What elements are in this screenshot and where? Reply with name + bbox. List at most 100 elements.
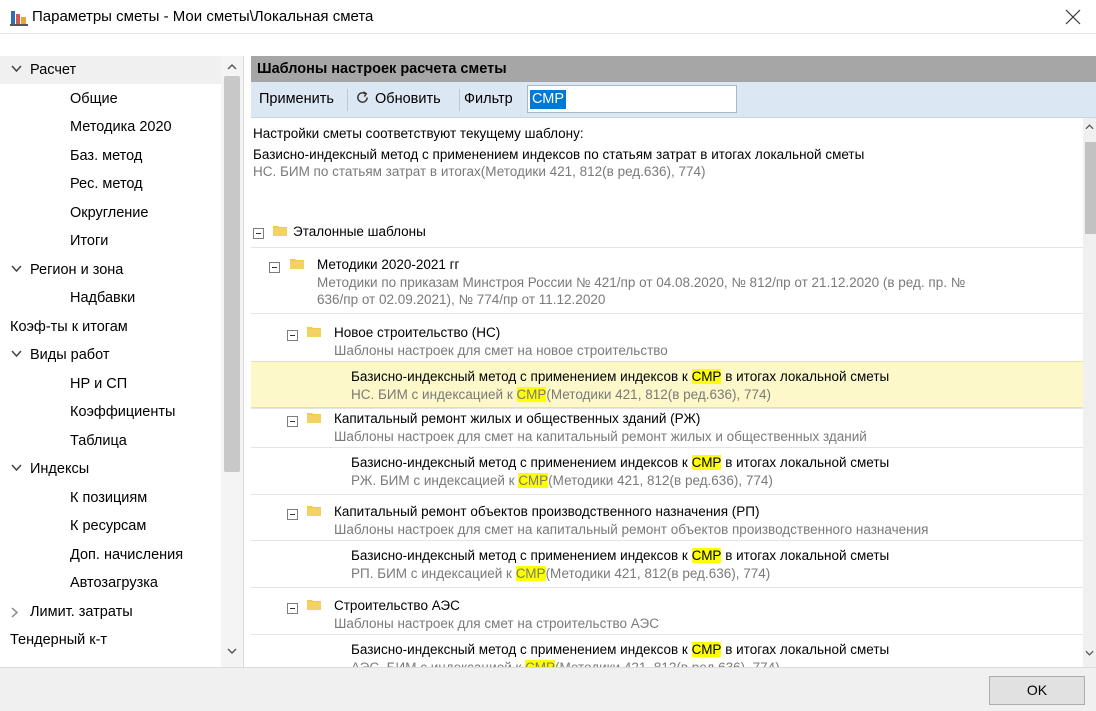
nav-item[interactable]: Коэф-ты к итогам: [0, 313, 221, 341]
settings-nav: Расчет Общие Методика 2020 Баз. метод Рес. м…: [0, 56, 244, 667]
template-item-title[interactable]: Базисно-индексный метод с применением ин…: [351, 455, 889, 470]
toolbar: Применить Обновить Фильтр СМР: [251, 82, 1096, 118]
filter-match: СМР: [691, 548, 722, 563]
filter-match: СМР: [518, 473, 549, 488]
nav-item-label: Коэф-ты к итогам: [10, 318, 128, 335]
row-divider: [251, 540, 1083, 541]
chevron-down-icon[interactable]: [10, 455, 24, 483]
nav-item-label: Лимит. затраты: [30, 603, 133, 620]
nav-item[interactable]: Виды работ: [0, 341, 221, 369]
filter-match: СМР: [691, 642, 722, 657]
collapse-toggle-icon[interactable]: [269, 262, 280, 273]
row-divider: [251, 247, 1083, 248]
nav-item[interactable]: Итоги: [0, 227, 221, 255]
nav-item-label: Автозагрузка: [70, 575, 158, 591]
template-code-text: (Методики 421, 812(в ред.636), 774): [545, 566, 771, 581]
current-template-caption: Настройки сметы соответствуют текущему ш…: [253, 126, 584, 141]
group-title[interactable]: Капитальный ремонт объектов производстве…: [334, 504, 759, 519]
scroll-up-icon[interactable]: [227, 64, 237, 70]
chevron-down-icon[interactable]: [10, 256, 24, 284]
nav-item-label: Итоги: [70, 233, 109, 249]
group-desc: Шаблоны настроек для смет на строительст…: [334, 616, 659, 631]
nav-scroll-thumb[interactable]: [224, 76, 240, 472]
folder-icon: [307, 327, 321, 337]
nav-item[interactable]: Расчет: [0, 56, 221, 84]
tree-root-label[interactable]: Эталонные шаблоны: [293, 224, 426, 239]
nav-item[interactable]: Автозагрузка: [0, 569, 221, 597]
collapse-toggle-icon[interactable]: [287, 416, 298, 427]
template-title-text: Базисно-индексный метод с применением ин…: [351, 455, 692, 470]
nav-item[interactable]: Общие: [0, 85, 221, 113]
template-item-title[interactable]: Базисно-индексный метод с применением ин…: [351, 642, 889, 657]
nav-item[interactable]: Регион и зона: [0, 256, 221, 284]
nav-item[interactable]: К позициям: [0, 484, 221, 512]
nav-item-label: К ресурсам: [70, 518, 147, 534]
nav-item[interactable]: НР и СП: [0, 370, 221, 398]
group-title[interactable]: Строительство АЭС: [334, 598, 460, 613]
filter-match: СМР: [525, 660, 556, 667]
template-item-title[interactable]: Базисно-индексный метод с применением ин…: [351, 369, 889, 384]
nav-item[interactable]: Индексы: [0, 455, 221, 483]
toolbar-divider: [347, 89, 348, 111]
nav-item[interactable]: Надбавки: [0, 284, 221, 312]
scroll-down-icon[interactable]: [1085, 650, 1094, 656]
nav-item[interactable]: Методика 2020: [0, 113, 221, 141]
nav-item-label: Индексы: [30, 461, 90, 477]
scroll-down-icon[interactable]: [227, 648, 237, 654]
nav-item[interactable]: К ресурсам: [0, 512, 221, 540]
current-template-code: НС. БИМ по статьям затрат в итогах(Метод…: [253, 164, 706, 179]
template-code-text: (Методики 421, 812(в ред.636), 774): [548, 473, 773, 488]
close-icon[interactable]: [1050, 0, 1096, 34]
nav-item[interactable]: Коэффициенты: [0, 398, 221, 426]
template-item-title[interactable]: Базисно-индексный метод с применением ин…: [351, 548, 889, 563]
dialog-footer: OK: [0, 667, 1096, 711]
template-title-text: Базисно-индексный метод с применением ин…: [351, 642, 692, 657]
content-scrollbar[interactable]: [1083, 118, 1096, 667]
title-bar: Параметры сметы - Мои сметы\Локальная см…: [0, 0, 1096, 34]
nav-scrollbar[interactable]: [221, 56, 243, 667]
nav-item[interactable]: Доп. начисления: [0, 541, 221, 569]
refresh-button[interactable]: Обновить: [375, 91, 441, 107]
chevron-down-icon[interactable]: [10, 56, 24, 84]
collapse-toggle-icon[interactable]: [287, 603, 298, 614]
nav-item[interactable]: Тендерный к-т: [0, 626, 221, 654]
template-title-text: в итогах локальной сметы: [721, 369, 890, 384]
nav-item-label: НР и СП: [70, 375, 128, 392]
nav-item[interactable]: Баз. метод: [0, 142, 221, 170]
nav-item[interactable]: Рес. метод: [0, 170, 221, 198]
filter-match: СМР: [515, 566, 546, 581]
template-code-text: (Методики 421, 812(в ред.636), 774): [546, 387, 772, 402]
template-title-text: в итогах локальной сметы: [721, 642, 890, 657]
current-template-name: Базисно-индексный метод с применением ин…: [253, 147, 865, 162]
template-item-code: АЭС. БИМ с индексацией к СМР(Методики 42…: [351, 660, 780, 667]
toolbar-divider: [459, 89, 460, 111]
collapse-toggle-icon[interactable]: [287, 330, 298, 341]
nav-item-label: Методика 2020: [70, 119, 172, 135]
template-code-text: (Методики 421, 812(в ред.636), 774): [555, 660, 780, 667]
row-divider: [251, 408, 1083, 409]
row-divider: [251, 634, 1083, 635]
refresh-icon[interactable]: [355, 90, 370, 109]
collapse-toggle-icon[interactable]: [253, 228, 264, 239]
content-scroll-thumb[interactable]: [1085, 142, 1096, 234]
row-divider: [251, 587, 1083, 588]
chevron-down-icon[interactable]: [10, 341, 24, 369]
group-title[interactable]: Капитальный ремонт жилых и общественных …: [334, 411, 700, 426]
filter-input[interactable]: СМР: [527, 85, 737, 113]
filter-input-value[interactable]: СМР: [530, 90, 567, 109]
method-title[interactable]: Методики 2020-2021 гг: [317, 257, 459, 272]
apply-button[interactable]: Применить: [259, 91, 334, 107]
scroll-up-icon[interactable]: [1085, 124, 1094, 130]
filter-match: СМР: [691, 455, 722, 470]
nav-item-label: Виды работ: [30, 347, 110, 363]
method-desc-line2: 636/пр от 02.09.2021), № 774/пр от 11.12…: [317, 292, 606, 307]
nav-item-label: Рес. метод: [70, 176, 143, 192]
ok-button[interactable]: OK: [989, 676, 1085, 705]
chevron-right-icon[interactable]: [10, 598, 24, 626]
group-title[interactable]: Новое строительство (НС): [334, 325, 500, 340]
nav-item[interactable]: Лимит. затраты: [0, 598, 221, 626]
nav-item[interactable]: Таблица: [0, 427, 221, 455]
collapse-toggle-icon[interactable]: [287, 509, 298, 520]
nav-item-label: К позициям: [70, 489, 148, 506]
nav-item[interactable]: Округление: [0, 199, 221, 227]
